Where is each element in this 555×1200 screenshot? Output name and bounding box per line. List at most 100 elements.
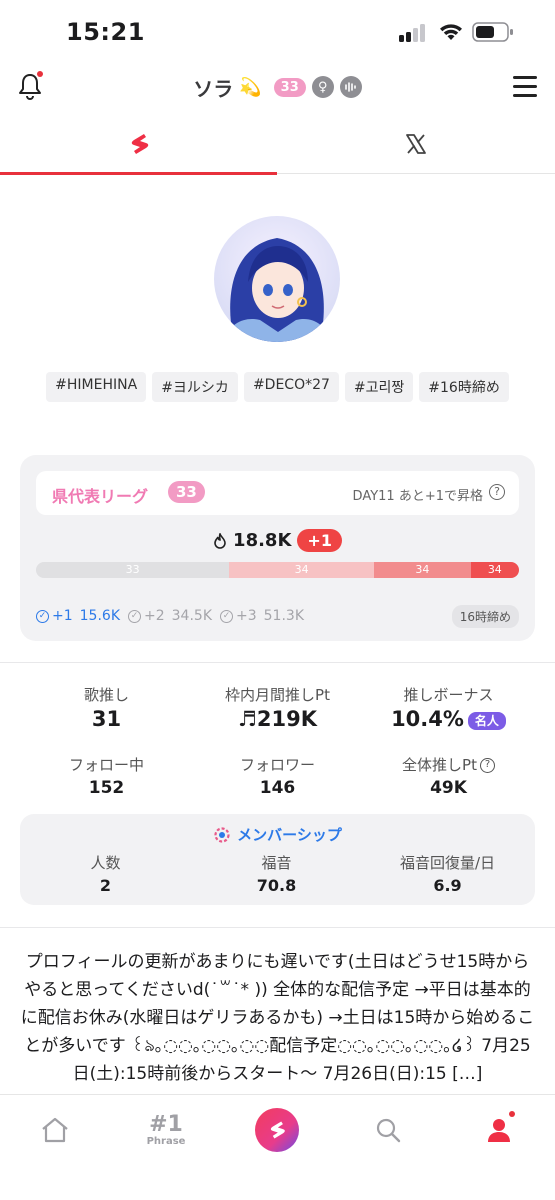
stat-following[interactable]: フォロー中 152: [14, 754, 199, 798]
league-bar-segment: 34: [229, 562, 375, 578]
meijin-badge: 名人: [467, 711, 506, 730]
rank-change-badge: +1: [297, 529, 342, 552]
tag-chip[interactable]: #16時締め: [419, 372, 509, 402]
stat-monthly-pt[interactable]: 枠内月間推しPt ♬219K: [185, 684, 370, 731]
stat-oshi-bonus[interactable]: 推しボーナス 10.4% 名人: [356, 684, 541, 731]
tag-chip[interactable]: #ヨルシカ: [152, 372, 238, 402]
stat-label: フォロワー: [239, 756, 315, 774]
tag-chip[interactable]: #고리짱: [344, 372, 414, 402]
nav-home[interactable]: [25, 1107, 85, 1153]
threshold-value: 34.5K: [171, 608, 212, 624]
battery-icon: [472, 22, 513, 42]
nav-search[interactable]: [358, 1107, 418, 1153]
avatar[interactable]: [214, 216, 340, 342]
stat-label: 枠内月間推しPt: [225, 686, 330, 704]
bonus-value: 10.4%: [391, 707, 464, 731]
league-score: 18.8K +1: [20, 529, 535, 552]
stat-uta-oshi[interactable]: 歌推し 31: [14, 684, 199, 731]
threshold-item: ✓ +1 15.6K: [36, 608, 120, 624]
membership-title: メンバーシップ: [20, 824, 535, 845]
league-day-text: DAY11 あと+1で昇格: [352, 489, 483, 504]
hamburger-menu-icon[interactable]: [513, 76, 539, 98]
promotion-thresholds: ✓ +1 15.6K ✓ +2 34.5K ✓ +3 51.3K: [36, 608, 304, 624]
phrase-rank-icon: #1: [149, 1111, 183, 1137]
league-card: 県代表リーグ 33 DAY11 あと+1で昇格 ? 18.8K +1 33 34 3…: [20, 455, 535, 641]
voice-wave-icon[interactable]: [339, 76, 362, 98]
league-header[interactable]: 県代表リーグ 33 DAY11 あと+1で昇格 ?: [36, 471, 519, 515]
status-time: 15:21: [66, 18, 145, 46]
sparkle-emoji: 💫: [239, 76, 262, 98]
profile-icon: [488, 1119, 510, 1142]
search-icon: [376, 1118, 401, 1143]
stat-value: 146: [259, 778, 296, 798]
league-bar-segment: 34: [374, 562, 471, 578]
threshold-item: ✓ +2 34.5K: [128, 608, 212, 624]
league-rank-badge: 33: [168, 481, 205, 503]
membership-members: 人数 2: [20, 852, 191, 895]
nav-app-center[interactable]: [247, 1107, 307, 1153]
stat-value: 152: [88, 778, 125, 798]
league-bar-segment: 34: [470, 562, 519, 578]
help-icon[interactable]: ?: [489, 484, 505, 500]
membership-title-text: メンバーシップ: [237, 826, 342, 844]
status-bar: 15:21: [0, 0, 555, 62]
league-progress-bar: 33 34 34 34: [36, 562, 519, 578]
x-logo-icon: [405, 134, 426, 154]
stat-label: 全体推しPt?: [356, 754, 541, 775]
stat-total-pt[interactable]: 全体推しPt? 49K: [356, 754, 541, 798]
app-logo-icon: [131, 134, 148, 154]
active-tab-indicator: [0, 172, 277, 175]
stat-value: 31: [91, 707, 122, 731]
tag-list: #HIMEHINA #ヨルシカ #DECO*27 #고리짱 #16時締め: [0, 372, 555, 402]
membership-fukuon: 福音 70.8: [191, 852, 362, 895]
divider: [0, 927, 555, 928]
profile-bio[interactable]: プロフィールの更新があまりにも遅いです(土日はどうせ15時からやると思ってくださ…: [20, 948, 535, 1088]
check-circle-icon: ✓: [220, 609, 233, 623]
stat-label: 福音: [261, 854, 292, 872]
league-name: 県代表リーグ: [52, 487, 149, 506]
stat-value: 6.9: [433, 876, 462, 895]
league-bar-segment: 33: [36, 562, 230, 578]
stat-value: 10.4% 名人: [356, 707, 541, 731]
stat-label: 歌推し: [83, 686, 129, 704]
nav-profile[interactable]: [469, 1107, 529, 1153]
profile-header: ソラ 💫 33 ♀: [0, 62, 555, 114]
tag-chip[interactable]: #HIMEHINA: [46, 372, 147, 402]
app-logo-icon: [270, 1121, 285, 1139]
phrase-label: Phrase: [146, 1135, 186, 1147]
stat-value: 2: [99, 876, 112, 895]
flame-icon: [214, 532, 226, 549]
stat-value: ♬219K: [238, 707, 317, 731]
stat-value: 70.8: [256, 876, 297, 895]
bottom-nav: #1 Phrase: [0, 1094, 555, 1200]
threshold-label: +2: [144, 608, 165, 624]
membership-card[interactable]: メンバーシップ 人数 2 福音 70.8 福音回復量/日 6.9: [20, 814, 535, 905]
nav-phrase[interactable]: #1 Phrase: [136, 1107, 196, 1153]
check-circle-icon: ✓: [36, 609, 49, 623]
help-icon[interactable]: ?: [479, 758, 495, 773]
tab-x-profile[interactable]: [277, 114, 554, 174]
profile-tabs: [0, 114, 555, 175]
tab-app-profile[interactable]: [0, 114, 277, 175]
membership-wreath-icon: [214, 826, 230, 843]
level-badge: 33: [273, 77, 306, 97]
threshold-item: ✓ +3 51.3K: [220, 608, 304, 624]
cellular-signal-icon: [399, 24, 429, 42]
threshold-value: 15.6K: [79, 608, 120, 624]
profile-name: ソラ: [193, 76, 234, 101]
total-pt-label: 全体推しPt: [402, 756, 477, 774]
threshold-label: +1: [52, 608, 73, 624]
divider: [0, 662, 555, 663]
check-circle-icon: ✓: [128, 609, 141, 623]
stat-label: フォロー中: [68, 756, 144, 774]
league-score-value: 18.8K: [233, 530, 292, 551]
profile-notification-dot: [509, 1111, 515, 1117]
stat-followers[interactable]: フォロワー 146: [185, 754, 370, 798]
threshold-value: 51.3K: [263, 608, 304, 624]
stat-label: 人数: [90, 854, 121, 872]
stat-value: 49K: [430, 778, 467, 798]
home-icon: [42, 1117, 68, 1143]
profile-title: ソラ 💫 33 ♀: [0, 72, 555, 102]
app-logo-button: [255, 1108, 299, 1152]
tag-chip[interactable]: #DECO*27: [243, 372, 339, 402]
